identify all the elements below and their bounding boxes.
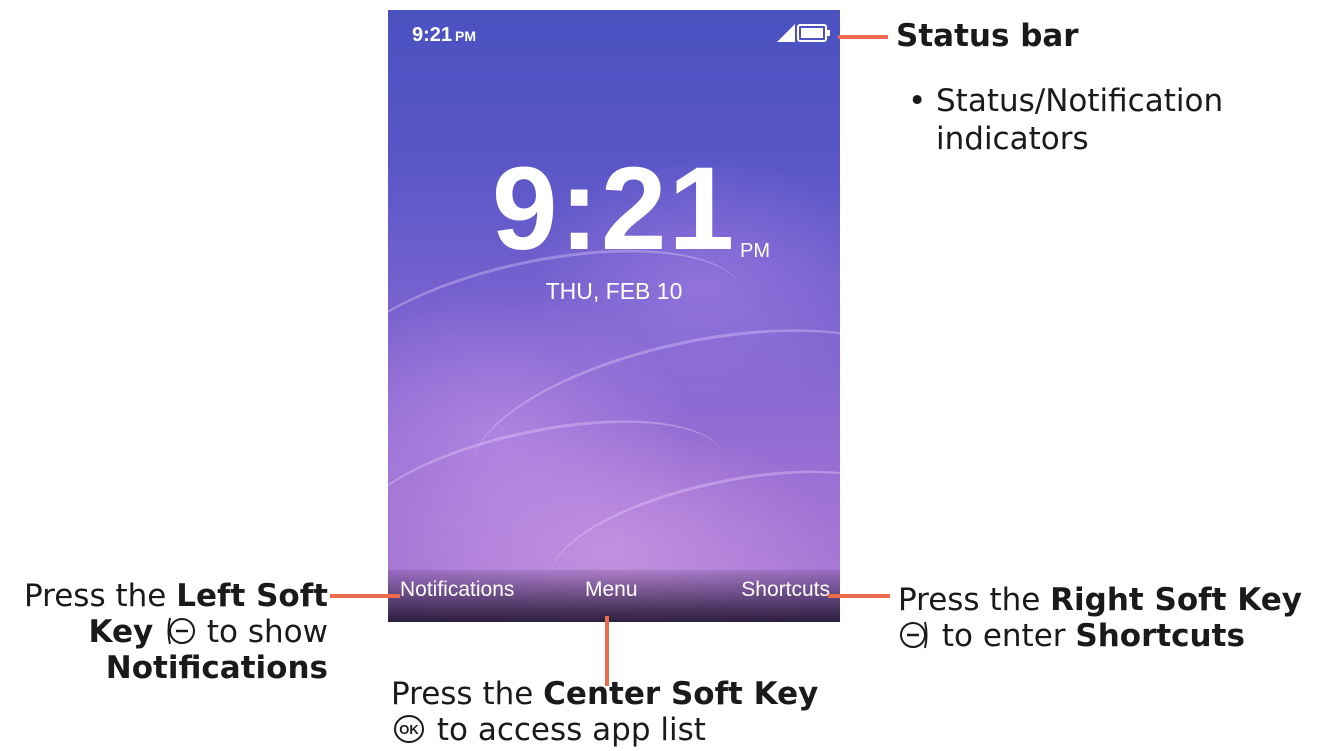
softkey-bar: Notifications Menu Shortcuts [388, 570, 840, 622]
ok-key-icon: OK [394, 715, 424, 743]
battery-icon [797, 24, 830, 42]
status-bar: 9:21 PM [388, 10, 840, 58]
status-time: 9:21 PM [412, 24, 477, 46]
status-bar-heading: Status bar [896, 18, 1079, 54]
softkey-shortcuts[interactable]: Shortcuts [741, 578, 830, 602]
svg-text:OK: OK [399, 722, 419, 737]
signal-icon [777, 24, 795, 42]
lock-clock: 9:21 PM [388, 150, 840, 268]
right-callout-line [828, 594, 890, 598]
center-softkey-annotation: Press the Center Soft Key OK to access a… [391, 676, 819, 748]
left-softkey-icon [167, 617, 196, 645]
clock-time: 9:21 [491, 143, 737, 275]
status-bullet-text: Status/Notification indicators [936, 83, 1224, 157]
bullet-dot: • [908, 83, 927, 119]
clock-ampm: PM [740, 240, 770, 262]
right-softkey-icon [900, 621, 928, 649]
softkey-menu[interactable]: Menu [585, 578, 638, 602]
clock-date: THU, FEB 10 [545, 278, 683, 304]
right-softkey-annotation: Press the Right Soft Key to enter Shortc… [898, 582, 1302, 654]
left-callout-line [330, 594, 400, 598]
softkey-notifications[interactable]: Notifications [400, 578, 514, 602]
phone-screen: 9:21 PM 9:21 PM THU, FEB 10 Notifications… [388, 10, 840, 622]
left-softkey-annotation: Press the Left Soft Key to show Notifica… [24, 578, 328, 686]
status-callout-line [838, 35, 888, 39]
